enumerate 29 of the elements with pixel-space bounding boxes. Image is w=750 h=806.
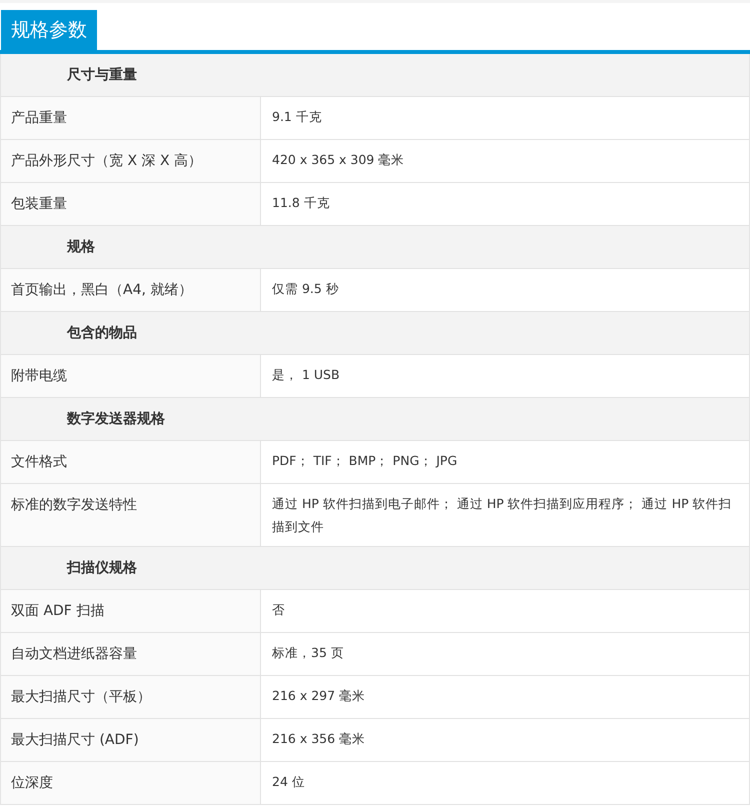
spec-value: 通过 HP 软件扫描到电子邮件； 通过 HP 软件扫描到应用程序； 通过 HP 软件扫描到文件 — [271, 495, 733, 536]
spec-value: 216 x 297 毫米 — [271, 687, 366, 705]
spec-label: 最大扫描尺寸 (ADF) — [1, 719, 261, 761]
spec-value: 是， 1 USB — [271, 366, 341, 384]
spec-label: 产品重量 — [1, 97, 261, 139]
spec-label: 位深度 — [1, 762, 261, 804]
spec-label: 产品外形尺寸（宽 X 深 X 高） — [1, 140, 261, 182]
spec-value: 否 — [271, 601, 286, 619]
spec-value: 9.1 千克 — [271, 108, 323, 126]
section-heading: 规格 — [1, 226, 749, 269]
spec-value: 216 x 356 毫米 — [271, 730, 366, 748]
spec-label: 包装重量 — [1, 183, 261, 225]
spec-value: 标准，35 页 — [271, 644, 345, 662]
spec-value: 11.8 千克 — [271, 194, 331, 212]
spec-value: 仅需 9.5 秒 — [271, 280, 340, 298]
section-heading: 尺寸与重量 — [1, 54, 749, 97]
spec-value: 24 位 — [271, 773, 306, 791]
spec-value: 420 x 365 x 309 毫米 — [271, 151, 406, 169]
section-heading: 扫描仪规格 — [1, 547, 749, 590]
spec-label: 最大扫描尺寸（平板） — [1, 676, 261, 718]
spec-value: PDF； TIF； BMP； PNG； JPG — [271, 452, 458, 470]
spec-label: 首页输出，黑白（A4, 就绪） — [1, 269, 261, 311]
spec-label: 标准的数字发送特性 — [1, 484, 261, 546]
spec-label: 附带电缆 — [1, 355, 261, 397]
spec-label: 自动文档进纸器容量 — [1, 633, 261, 675]
section-heading: 数字发送器规格 — [1, 398, 749, 441]
section-heading: 包含的物品 — [1, 312, 749, 355]
spec-label: 文件格式 — [1, 441, 261, 483]
spec-label: 双面 ADF 扫描 — [1, 590, 261, 632]
